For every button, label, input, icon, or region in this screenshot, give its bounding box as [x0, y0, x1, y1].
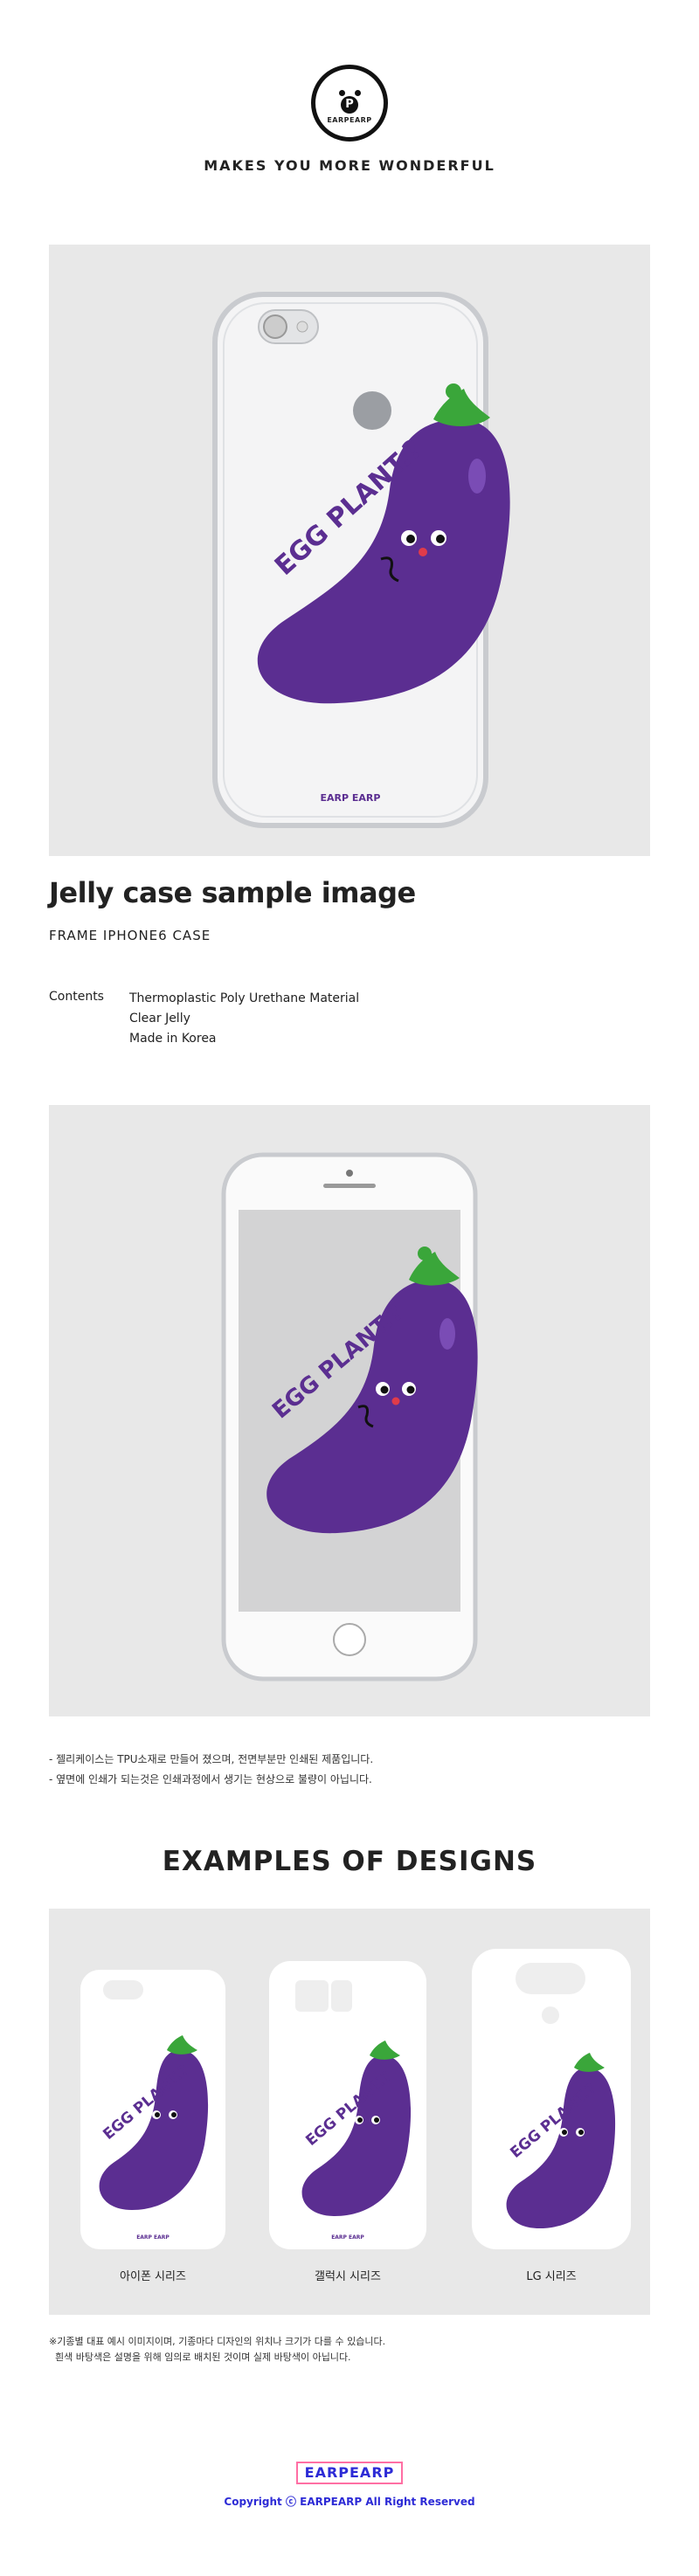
footer-brand-logo: EARPEARP	[296, 2462, 403, 2484]
contents-line-type: Clear Jelly	[129, 1012, 190, 1026]
case-back-illustration: EGG PLANT.? EARP EARP	[212, 292, 510, 828]
product-subtitle: FRAME IPHONE6 CASE	[49, 928, 211, 943]
footnote-example: ※기종별 대표 예시 이미지이며, 기종마다 디자인의 위치나 크기가 다를 수…	[49, 2336, 386, 2347]
logo-eye-left	[339, 90, 345, 96]
contents-line-origin: Made in Korea	[129, 1032, 217, 1046]
example-iphone-case: EGG PLANT.? EARP EARP	[80, 1970, 225, 2249]
tagline: MAKES YOU MORE WONDERFUL	[204, 157, 495, 174]
logo-letter: P	[341, 96, 358, 114]
examples-heading: EXAMPLES OF DESIGNS	[162, 1846, 537, 1877]
example-label-galaxy: 갤럭시 시리즈	[315, 2270, 381, 2283]
case-front-illustration: EGG PLANT.?	[221, 1152, 478, 1682]
example-galaxy-brand: EARP EARP	[331, 2234, 364, 2241]
copyright: Copyright ⓒ EARPEARP All Right Reserved	[224, 2496, 475, 2508]
examples-illustration: EGG PLANT.? EARP EARP EGG PLANT.? EARP E…	[80, 1949, 631, 2249]
footnote-background: 흰색 바탕색은 설명을 위해 임의로 배치된 것이며 실제 바탕색이 아닙니다.	[49, 2352, 351, 2363]
example-iphone-brand: EARP EARP	[136, 2234, 170, 2241]
examples-panel: EGG PLANT.? EARP EARP EGG PLANT.? EARP E…	[49, 1909, 650, 2315]
contents-label: Contents	[49, 990, 104, 1004]
note-print: - 옆면에 인쇄가 되는것은 인쇄과정에서 생기는 현상으로 불량이 아닙니다.	[49, 1773, 372, 1785]
example-label-lg: LG 시리즈	[526, 2270, 577, 2283]
case-front-panel: EGG PLANT.?	[49, 1105, 650, 1716]
example-label-iphone: 아이폰 시리즈	[120, 2270, 186, 2283]
example-lg-case: EGG PLANT.?	[472, 1949, 631, 2249]
example-galaxy-case: EGG PLANT.? EARP EARP	[269, 1961, 426, 2249]
note-material: - 젤리케이스는 TPU소재로 만들어 졌으며, 전면부분만 인쇄된 제품입니다…	[49, 1753, 374, 1765]
case-brand-text: EARP EARP	[321, 792, 381, 804]
logo-eye-right	[355, 90, 361, 96]
case-back-panel: EGG PLANT.? EARP EARP	[49, 245, 650, 856]
contents-line-material: Thermoplastic Poly Urethane Material	[129, 991, 360, 1005]
product-title: Jelly case sample image	[49, 876, 416, 909]
brand-logo: P EARPEARP	[311, 65, 388, 142]
logo-text: EARPEARP	[327, 116, 372, 124]
